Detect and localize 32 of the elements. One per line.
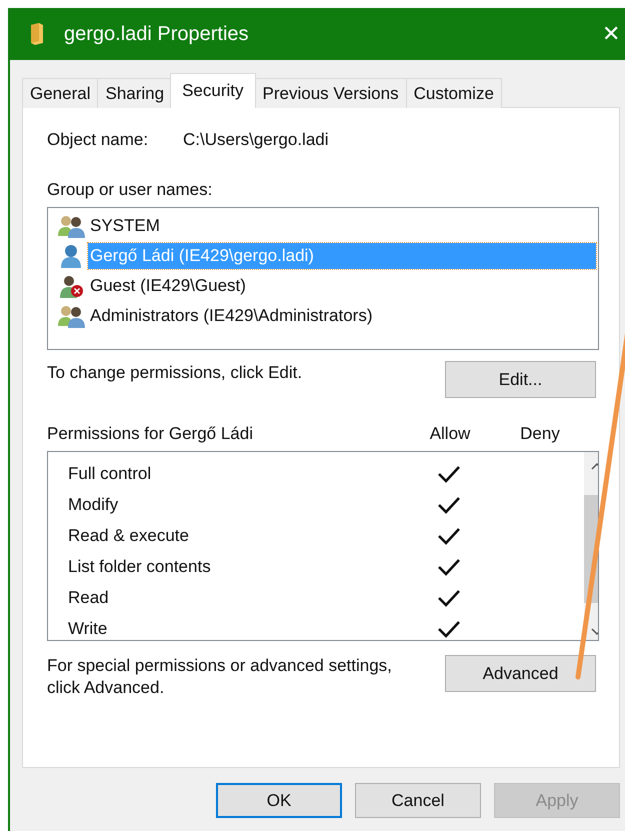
edit-button[interactable]: Edit... xyxy=(445,361,596,398)
window-title: gergo.ladi Properties xyxy=(64,22,249,46)
allow-header: Allow xyxy=(428,424,472,444)
permission-name: Read & execute xyxy=(67,526,190,546)
blocked-user-icon xyxy=(58,274,86,298)
advanced-hint: For special permissions or advanced settings, click Advanced. xyxy=(47,655,393,699)
tab[interactable]: Customize xyxy=(406,78,502,108)
object-name-label: Object name: xyxy=(47,130,150,150)
permission-name: Read xyxy=(67,588,110,608)
advanced-button[interactable]: Advanced xyxy=(445,655,596,692)
user-list-item[interactable]: SYSTEM xyxy=(88,213,596,239)
user-group-icon xyxy=(58,304,86,328)
object-name-value: C:\Users\gergo.ladi xyxy=(183,130,329,150)
edit-hint: To change permissions, click Edit. xyxy=(47,362,302,384)
permissions-title: Permissions for Gergő Ládi xyxy=(47,424,254,444)
tab[interactable]: General xyxy=(22,78,98,108)
deny-header: Deny xyxy=(519,424,561,444)
permission-name: Write xyxy=(67,618,108,638)
folder-icon xyxy=(30,23,44,45)
tab[interactable]: Sharing xyxy=(97,78,172,108)
user-group-icon xyxy=(58,214,86,238)
users-label: Group or user names: xyxy=(47,180,214,200)
permission-name: Modify xyxy=(67,494,120,514)
tab[interactable]: Security xyxy=(170,73,256,108)
user-list-item[interactable]: Administrators (IE429\Administrators) xyxy=(88,303,596,329)
tab[interactable]: Previous Versions xyxy=(254,78,407,108)
user-list-item[interactable]: Guest (IE429\Guest) xyxy=(88,273,596,299)
dialog-button[interactable]: Cancel xyxy=(355,783,481,818)
permission-name: Full control xyxy=(67,464,152,484)
permission-name: List folder contents xyxy=(67,556,212,576)
close-button[interactable]: ✕ xyxy=(594,21,625,47)
dialog-button[interactable]: OK xyxy=(216,783,342,818)
